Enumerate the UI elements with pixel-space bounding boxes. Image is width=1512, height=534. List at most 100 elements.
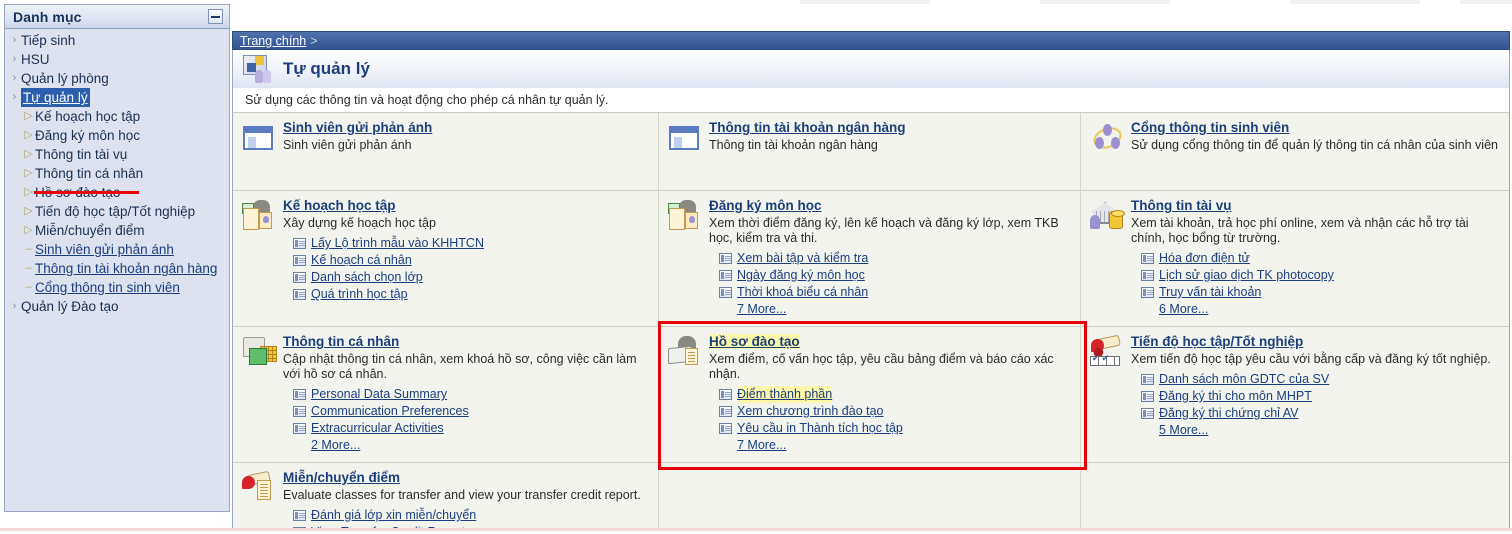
card-sublink[interactable]: Thời khoá biểu cá nhân [737, 284, 868, 301]
card-title-link[interactable]: Kế hoạch học tập [283, 198, 396, 213]
card-sublink[interactable]: Đăng ký thi chứng chỉ AV [1159, 405, 1298, 422]
sidebar-item-0[interactable]: › Tiếp sinh [5, 31, 229, 50]
sidebar-item-14[interactable]: › Quản lý Đào tạo [5, 297, 229, 316]
card-title-link[interactable]: Miễn/chuyển điểm [283, 470, 400, 485]
list-item-icon [1141, 408, 1154, 419]
card-body: Miễn/chuyển điểm Evaluate classes for tra… [283, 469, 650, 534]
card-title-link[interactable]: Hồ sơ đào tạo [709, 334, 800, 349]
card[interactable]: Hồ sơ đào tạo Xem điểm, cố vấn học tập, y… [659, 327, 1081, 463]
card-icon-wrap [241, 470, 279, 506]
sidebar-item-4[interactable]: ▷ Kế hoạch học tập [5, 107, 229, 126]
card-title-link[interactable]: Thông tin tài vụ [1131, 198, 1232, 213]
card-sublink[interactable]: Personal Data Summary [311, 386, 447, 403]
sidebar-red-underline-annotation [34, 191, 139, 194]
card[interactable]: Thông tin tài vụ Xem tài khoản, trả học p… [1081, 191, 1509, 327]
card-sublink-row[interactable]: Extracurricular Activities [293, 420, 650, 437]
card-icon-wrap [1089, 198, 1127, 234]
card-title-link[interactable]: Thông tin cá nhân [283, 334, 399, 349]
card-sublink-row[interactable]: Đăng ký thi chứng chỉ AV [1141, 405, 1501, 422]
list-item-icon [293, 255, 306, 266]
sidebar-item-label: Tự quản lý [21, 88, 90, 107]
card-sublink-row[interactable]: Ngày đăng ký môn học [719, 267, 1072, 284]
sidebar-item-5[interactable]: ▷ Đăng ký môn học [5, 126, 229, 145]
sidebar-item-2[interactable]: › Quản lý phòng [5, 69, 229, 88]
list-item-icon [719, 253, 732, 264]
card-sublink[interactable]: Đánh giá lớp xin miễn/chuyển [311, 507, 476, 524]
card-sublink[interactable]: Hóa đơn điện tử [1159, 250, 1250, 267]
card-sublink-row[interactable]: Đăng ký thi cho môn MHPT [1141, 388, 1501, 405]
card-sublink[interactable]: Kế hoạch cá nhân [311, 252, 412, 269]
card-sublink-row[interactable]: Communication Preferences [293, 403, 650, 420]
card-sublink[interactable]: Danh sách môn GDTC của SV [1159, 371, 1329, 388]
sidebar-item-marker-icon: – [25, 281, 32, 293]
sidebar-item-marker-icon: – [25, 243, 32, 255]
card[interactable]: Thông tin tài khoản ngân hàng Thông tin t… [659, 113, 1081, 191]
card-more-link[interactable]: 5 More... [1159, 423, 1208, 437]
card-sublink[interactable]: Xem bài tập và kiểm tra [737, 250, 868, 267]
card-sublink[interactable]: Lấy Lộ trình mẫu vào KHHTCN [311, 235, 484, 252]
card-more-link[interactable]: 7 More... [737, 438, 786, 452]
sidebar-item-10[interactable]: ▷ Miễn/chuyển điểm [5, 221, 229, 240]
minus-icon[interactable] [208, 9, 223, 24]
sidebar-item-12[interactable]: – Thông tin tài khoản ngân hàng [5, 259, 229, 278]
card[interactable]: Thông tin cá nhân Cập nhật thông tin cá n… [233, 327, 659, 463]
card[interactable]: Tiến độ học tập/Tốt nghiệp Xem tiến độ họ… [1081, 327, 1509, 463]
card-sublink-row[interactable]: Thời khoá biểu cá nhân [719, 284, 1072, 301]
card-sublink[interactable]: Danh sách chọn lớp [311, 269, 423, 286]
card[interactable]: Miễn/chuyển điểm Evaluate classes for tra… [233, 463, 659, 534]
card[interactable]: Kế hoạch học tập Xây dựng kế hoạch học tậ… [233, 191, 659, 327]
card-sublink-row[interactable]: Hóa đơn điện tử [1141, 250, 1501, 267]
card-sublink[interactable]: Lịch sử giao dịch TK photocopy [1159, 267, 1334, 284]
card-title-link[interactable]: Sinh viên gửi phản ánh [283, 120, 432, 135]
card-sublink-row[interactable]: Quá trình học tập [293, 286, 650, 303]
card-sublink-row[interactable]: Xem bài tập và kiểm tra [719, 250, 1072, 267]
card-sublink[interactable]: Extracurricular Activities [311, 420, 444, 437]
sidebar-item-9[interactable]: ▷ Tiến độ học tập/Tốt nghiệp [5, 202, 229, 221]
card-sublink[interactable]: Điểm thành phần [737, 386, 833, 403]
card-sublink-row[interactable]: Yêu cầu in Thành tích học tập [719, 420, 1072, 437]
card-sublink-row[interactable]: Danh sách chọn lớp [293, 269, 650, 286]
card-sublink-row[interactable]: Kế hoạch cá nhân [293, 252, 650, 269]
card-sublink-row[interactable]: Truy vấn tài khoản [1141, 284, 1501, 301]
card-sublink[interactable]: Ngày đăng ký môn học [737, 267, 865, 284]
card-sublink-row[interactable]: Xem chương trình đào tạo [719, 403, 1072, 420]
sidebar-item-1[interactable]: › HSU [5, 50, 229, 69]
sidebar-item-7[interactable]: ▷ Thông tin cá nhân [5, 164, 229, 183]
card-sublink[interactable]: Communication Preferences [311, 403, 469, 420]
card-icon-wrap [241, 120, 279, 156]
sidebar-item-marker-icon: ▷ [24, 110, 33, 122]
sidebar-item-13[interactable]: – Cổng thông tin sinh viên [5, 278, 229, 297]
card-title-link[interactable]: Cổng thông tin sinh viên [1131, 120, 1289, 135]
card[interactable]: Cổng thông tin sinh viên Sử dụng cổng thô… [1081, 113, 1509, 191]
card-sublink[interactable]: Xem chương trình đào tạo [737, 403, 884, 420]
sidebar-item-3[interactable]: › Tự quản lý [5, 88, 229, 107]
sidebar-item-11[interactable]: – Sinh viên gửi phản ánh [5, 240, 229, 259]
card[interactable]: Sinh viên gửi phản ánh Sinh viên gửi phản… [233, 113, 659, 191]
card-sublink[interactable]: Yêu cầu in Thành tích học tập [737, 420, 903, 437]
card-sublink[interactable]: Quá trình học tập [311, 286, 408, 303]
list-item-icon [293, 406, 306, 417]
sidebar-item-label: Thông tin tài vụ [35, 147, 128, 162]
card-title-link[interactable]: Tiến độ học tập/Tốt nghiệp [1131, 334, 1303, 349]
card[interactable]: Đăng ký môn học Xem thời điểm đăng ký, lê… [659, 191, 1081, 327]
card-sublink-row[interactable]: Danh sách môn GDTC của SV [1141, 371, 1501, 388]
card-sublink-row[interactable]: Lấy Lộ trình mẫu vào KHHTCN [293, 235, 650, 252]
card-description: Xem thời điểm đăng ký, lên kế hoạch và đ… [709, 216, 1059, 245]
card-more-link[interactable]: 7 More... [737, 302, 786, 316]
card-sublink[interactable]: Truy vấn tài khoản [1159, 284, 1261, 301]
sidebar-item-6[interactable]: ▷ Thông tin tài vụ [5, 145, 229, 164]
card-more-link[interactable]: 2 More... [311, 438, 360, 452]
breadcrumb-home-link[interactable]: Trang chính [240, 34, 306, 48]
card-more-row: 2 More... [311, 437, 650, 454]
card-more-link[interactable]: 6 More... [1159, 302, 1208, 316]
card-description: Xây dựng kế hoạch học tập [283, 216, 436, 230]
card-sublink-row[interactable]: Đánh giá lớp xin miễn/chuyển [293, 507, 650, 524]
card-title-link[interactable]: Thông tin tài khoản ngân hàng [709, 120, 905, 135]
sidebar-item-marker-icon: ▷ [24, 148, 33, 160]
card-sublink-row[interactable]: Điểm thành phần [719, 386, 1072, 403]
card-sublink[interactable]: Đăng ký thi cho môn MHPT [1159, 388, 1312, 405]
card-title-link[interactable]: Đăng ký môn học [709, 198, 822, 213]
card-sublink-row[interactable]: Lịch sử giao dịch TK photocopy [1141, 267, 1501, 284]
card-more-row: 7 More... [737, 301, 1072, 318]
card-sublink-row[interactable]: Personal Data Summary [293, 386, 650, 403]
